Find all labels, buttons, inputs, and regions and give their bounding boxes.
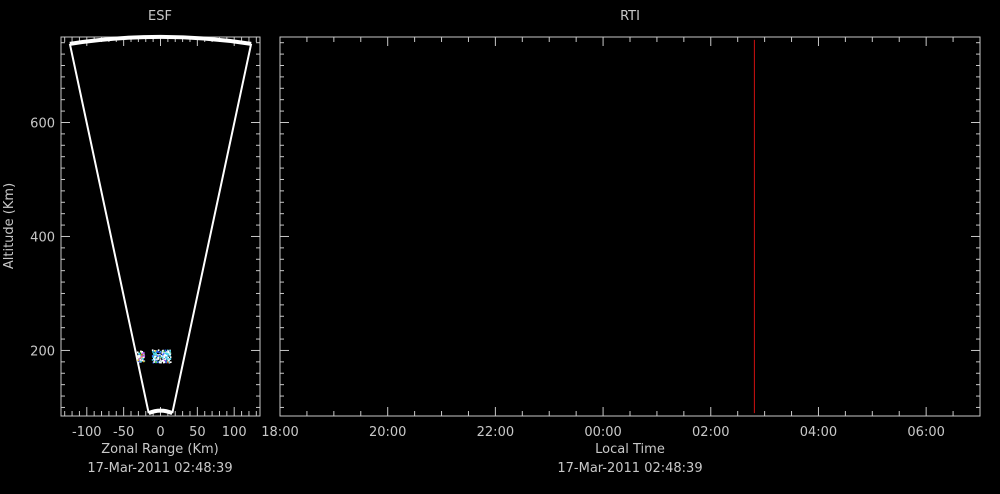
- echo-point: [137, 361, 140, 364]
- echo-point: [142, 352, 144, 355]
- echo-point: [143, 356, 145, 359]
- esf-timestamp: 17-Mar-2011 02:48:39: [87, 461, 232, 476]
- echo-point: [164, 358, 167, 360]
- fan-left-edge: [68, 43, 150, 414]
- rti-xtick-label: 20:00: [369, 425, 406, 440]
- esf-ytick-label: 400: [30, 230, 55, 245]
- esf-xtick-label: 50: [189, 425, 206, 440]
- echo-point: [153, 359, 156, 361]
- echo-point: [161, 350, 164, 352]
- echo-point: [153, 352, 156, 355]
- echo-point: [138, 352, 141, 355]
- echo-point: [157, 351, 159, 353]
- echo-point: [138, 355, 140, 358]
- echo-point: [169, 353, 171, 356]
- echo-point: [164, 354, 166, 357]
- echo-point: [154, 350, 157, 352]
- rti-xtick-label: 04:00: [800, 425, 837, 440]
- echo-point: [159, 359, 162, 361]
- echo-point: [163, 361, 166, 364]
- rti-timestamp: 17-Mar-2011 02:48:39: [557, 461, 702, 476]
- esf-ytick-label: 600: [30, 116, 55, 131]
- echo-point: [136, 357, 139, 360]
- echo-point: [165, 354, 168, 357]
- echo-point: [153, 361, 155, 363]
- esf-title: ESF: [148, 9, 172, 24]
- echo-point: [159, 354, 161, 357]
- esf-axes-frame: [60, 36, 261, 417]
- echo-point: [169, 356, 172, 358]
- echo-point: [143, 355, 146, 357]
- echo-point: [157, 349, 160, 351]
- plot-canvas: ESF Zonal Range (Km) 17-Mar-2011 02:48:3…: [0, 0, 1000, 490]
- echo-point: [165, 361, 168, 364]
- esf-ylabel: Altitude (Km): [2, 183, 17, 269]
- echo-point: [169, 357, 172, 360]
- echo-point: [154, 361, 157, 363]
- echo-point: [151, 359, 154, 361]
- echo-point: [155, 354, 157, 356]
- echo-point: [142, 358, 144, 360]
- rti-xtick-label: 00:00: [584, 425, 621, 440]
- echo-point: [161, 352, 164, 354]
- fan-right-edge: [171, 43, 253, 414]
- echo-point: [139, 359, 142, 361]
- echo-point: [152, 356, 155, 358]
- echo-point: [152, 351, 154, 353]
- rti-xtick-label: 18:00: [261, 425, 298, 440]
- echo-point: [161, 356, 164, 359]
- echo-point: [165, 352, 168, 355]
- esf-panel: -100 -50 0 50 100 200 400 600: [30, 34, 261, 440]
- echo-point: [157, 356, 159, 359]
- echo-point: [167, 356, 169, 359]
- esf-ytick-label: 200: [30, 344, 55, 359]
- rti-axes-frame: [279, 36, 981, 417]
- esf-xlabel: Zonal Range (Km): [101, 442, 218, 457]
- rti-xtick-label: 22:00: [477, 425, 514, 440]
- echo-point: [161, 359, 164, 362]
- esf-xtick-label: -100: [72, 425, 102, 440]
- echo-point: [169, 350, 171, 352]
- echo-point: [163, 356, 165, 358]
- echo-point: [167, 361, 169, 364]
- echo-point: [151, 349, 154, 352]
- echo-point: [169, 361, 172, 363]
- echo-point: [137, 359, 140, 362]
- echo-patch-right: [151, 349, 172, 364]
- echo-point: [140, 360, 142, 363]
- rti-xlabel: Local Time: [595, 442, 665, 457]
- esf-xtick-label: -50: [113, 425, 134, 440]
- rti-panel: 18:00 20:00 22:00 00:00 02:00 04:00 06:00: [261, 36, 981, 440]
- esf-xtick-label: 100: [222, 425, 247, 440]
- echo-point: [167, 359, 170, 362]
- echo-point: [159, 351, 161, 354]
- echo-point: [167, 350, 170, 352]
- echo-point: [164, 349, 167, 352]
- esf-xtick-label: 0: [156, 425, 164, 440]
- echo-point: [140, 350, 142, 353]
- figure: ESF Zonal Range (Km) 17-Mar-2011 02:48:3…: [2, 9, 981, 476]
- echo-point: [155, 355, 157, 358]
- rti-title: RTI: [620, 9, 640, 24]
- echo-point: [156, 361, 159, 364]
- rti-xtick-label: 02:00: [692, 425, 729, 440]
- echo-point: [159, 361, 161, 363]
- echo-point: [156, 355, 159, 357]
- echo-patch-left: [136, 350, 146, 364]
- rti-xtick-label: 06:00: [907, 425, 944, 440]
- echo-point: [162, 353, 164, 356]
